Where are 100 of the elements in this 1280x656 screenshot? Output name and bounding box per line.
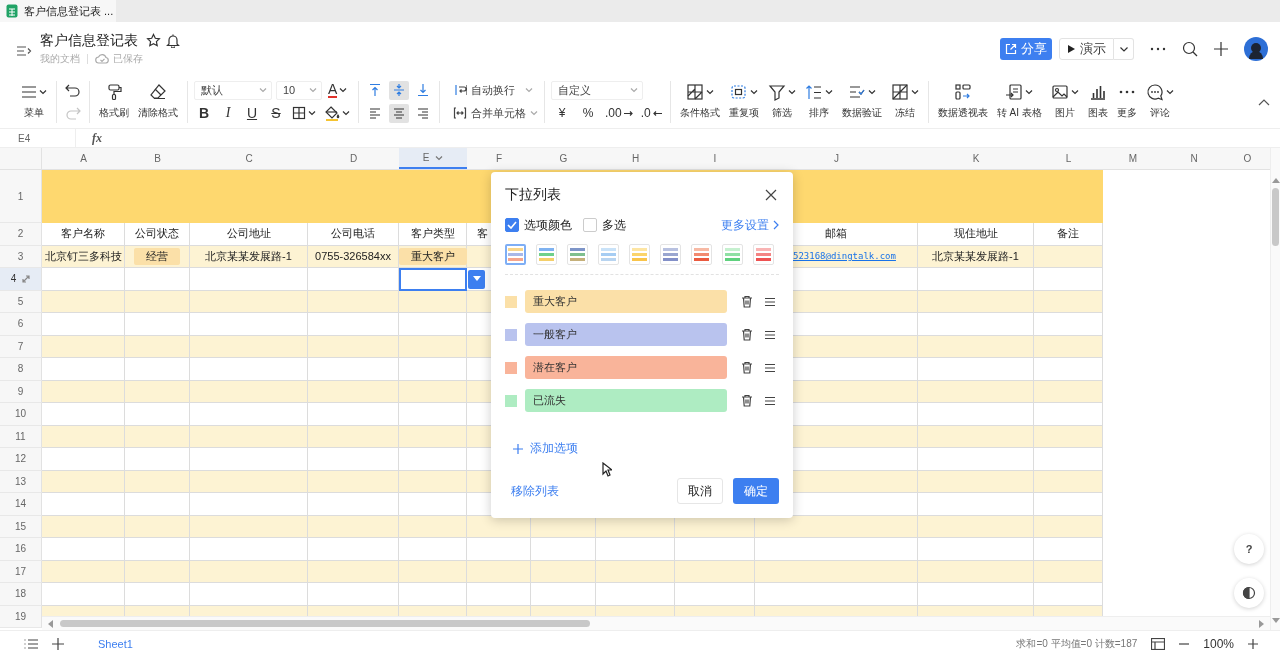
- toolbar-button[interactable]: 转 AI 表格: [993, 81, 1045, 122]
- column-header[interactable]: J: [755, 148, 918, 169]
- present-button[interactable]: 演示: [1059, 37, 1114, 60]
- toolbar-button[interactable]: 重复项: [725, 81, 762, 122]
- toolbar-button[interactable]: 评论: [1142, 81, 1177, 122]
- column-header[interactable]: G: [531, 148, 596, 169]
- column-header[interactable]: L: [1034, 148, 1103, 169]
- dropdown-button[interactable]: [468, 269, 485, 289]
- row-header[interactable]: 12: [0, 448, 42, 471]
- row-header[interactable]: 3: [0, 245, 42, 268]
- option-field[interactable]: 一般客户: [525, 323, 727, 346]
- font-select[interactable]: 默认: [194, 80, 272, 100]
- add-option-link[interactable]: 添加选项: [513, 440, 578, 457]
- column-header[interactable]: M: [1103, 148, 1163, 169]
- number-format-select[interactable]: 自定义: [551, 80, 643, 100]
- zoom-in-icon[interactable]: [1248, 638, 1258, 649]
- row-header[interactable]: 9: [0, 380, 42, 403]
- color-swatch[interactable]: [505, 295, 517, 308]
- wrap-text-select[interactable]: 自动换行: [446, 80, 538, 100]
- currency-button[interactable]: ¥: [551, 103, 573, 123]
- column-header[interactable]: F: [467, 148, 531, 169]
- bell-icon[interactable]: [166, 33, 180, 48]
- option-field[interactable]: 已流失: [525, 389, 727, 412]
- confirm-button[interactable]: 确定: [733, 478, 779, 504]
- trash-icon[interactable]: [741, 328, 753, 341]
- trash-icon[interactable]: [741, 361, 753, 374]
- column-header[interactable]: I: [675, 148, 755, 169]
- theme-button[interactable]: [1234, 578, 1264, 608]
- trash-icon[interactable]: [741, 394, 753, 407]
- email-link[interactable]: 523168@dingtalk.com: [793, 251, 896, 262]
- column-header[interactable]: K: [918, 148, 1034, 169]
- share-button[interactable]: 分享: [1000, 37, 1052, 60]
- bold-button[interactable]: B: [194, 103, 214, 123]
- star-icon[interactable]: [146, 33, 161, 48]
- toolbar-button[interactable]: 格式刷: [96, 81, 132, 122]
- drag-handle-icon[interactable]: [765, 395, 775, 406]
- row-header[interactable]: 19: [0, 605, 42, 628]
- percent-button[interactable]: %: [577, 103, 599, 123]
- avatar[interactable]: [1244, 36, 1268, 61]
- scrollbar-thumb[interactable]: [60, 620, 590, 627]
- row-header[interactable]: 10: [0, 403, 42, 426]
- layout-icon[interactable]: [1151, 637, 1166, 650]
- drag-handle-icon[interactable]: [765, 296, 775, 307]
- column-header[interactable]: D: [308, 148, 399, 169]
- increase-decimal-button[interactable]: .00: [603, 103, 635, 123]
- more-icon[interactable]: [1150, 46, 1166, 51]
- trash-icon[interactable]: [741, 295, 753, 308]
- search-icon[interactable]: [1182, 40, 1198, 57]
- row-header[interactable]: 1: [0, 170, 42, 223]
- toolbar-button[interactable]: 更多: [1113, 81, 1140, 122]
- toolbar-button[interactable]: 数据透视表: [934, 81, 991, 122]
- toolbar-button[interactable]: 图片: [1047, 81, 1082, 122]
- option-field[interactable]: 潜在客户: [525, 356, 727, 379]
- column-header[interactable]: C: [190, 148, 308, 169]
- horizontal-scrollbar[interactable]: [42, 616, 1270, 630]
- help-button[interactable]: ?: [1234, 534, 1264, 564]
- font-size-select[interactable]: 10: [276, 80, 322, 100]
- checkbox[interactable]: [583, 218, 597, 232]
- column-header[interactable]: B: [125, 148, 190, 169]
- remove-list-link[interactable]: 移除列表: [511, 482, 559, 500]
- toolbar-button[interactable]: 冻结: [887, 81, 922, 122]
- toolbar-button[interactable]: 条件格式: [676, 81, 723, 122]
- row-header[interactable]: 18: [0, 583, 42, 606]
- align-center-button[interactable]: [389, 103, 409, 123]
- scrollbar-thumb[interactable]: [1272, 188, 1279, 246]
- row-header[interactable]: 8: [0, 358, 42, 381]
- checkbox[interactable]: [505, 218, 519, 232]
- name-box[interactable]: E4: [0, 129, 76, 147]
- vertical-scrollbar[interactable]: [1270, 148, 1280, 630]
- toolbar-button[interactable]: 图表: [1084, 81, 1111, 122]
- row-header[interactable]: 4: [0, 268, 42, 291]
- sidebar-toggle-icon[interactable]: [16, 44, 32, 57]
- row-header[interactable]: 11: [0, 425, 42, 448]
- row-header[interactable]: 5: [0, 290, 42, 313]
- column-header[interactable]: H: [596, 148, 675, 169]
- row-header[interactable]: 15: [0, 515, 42, 538]
- sheet-list-icon[interactable]: [24, 637, 38, 650]
- drag-handle-icon[interactable]: [765, 362, 775, 373]
- strikethrough-button[interactable]: S: [266, 103, 286, 123]
- menu-button[interactable]: 菜单: [18, 81, 50, 122]
- row-header[interactable]: 7: [0, 335, 42, 358]
- add-sheet-icon[interactable]: [52, 637, 64, 650]
- column-header[interactable]: E: [399, 148, 467, 169]
- align-middle-button[interactable]: [389, 80, 409, 100]
- drag-handle-icon[interactable]: [765, 329, 775, 340]
- column-header[interactable]: A: [42, 148, 125, 169]
- selected-cell[interactable]: [399, 268, 467, 291]
- option-field[interactable]: 重大客户: [525, 290, 727, 313]
- color-swatch[interactable]: [505, 394, 517, 407]
- row-header[interactable]: 13: [0, 470, 42, 493]
- color-swatch[interactable]: [505, 361, 517, 374]
- present-menu-button[interactable]: [1114, 37, 1134, 60]
- toolbar-button[interactable]: 数据验证: [838, 81, 885, 122]
- color-swatch[interactable]: [505, 328, 517, 341]
- row-header[interactable]: 2: [0, 223, 42, 246]
- italic-button[interactable]: I: [218, 103, 238, 123]
- toolbar-button[interactable]: 排序: [801, 81, 836, 122]
- column-header[interactable]: N: [1163, 148, 1225, 169]
- row-header[interactable]: 6: [0, 313, 42, 336]
- row-header[interactable]: 17: [0, 560, 42, 583]
